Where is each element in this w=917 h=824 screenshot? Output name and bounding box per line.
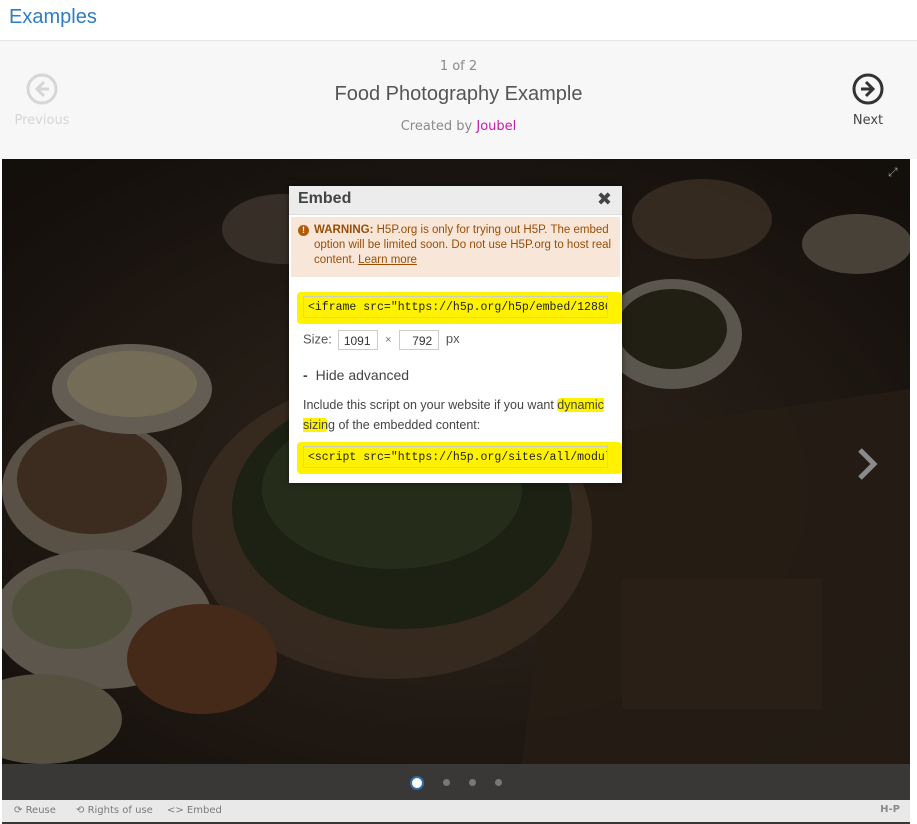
next-button[interactable]: Next xyxy=(833,73,903,128)
embed-button[interactable]: <> Embed xyxy=(167,805,222,816)
arrow-right-circle-icon xyxy=(852,73,884,105)
h5p-toolbar: ⟳ Reuse ⟲ Rights of use <> Embed H-P xyxy=(2,800,910,822)
slide-dot[interactable] xyxy=(409,775,424,790)
embed-dialog: Embed ✖ ! WARNING: H5P.org is only for t… xyxy=(289,186,622,483)
created-prefix: Created by xyxy=(400,119,473,134)
warning-box: ! WARNING: H5P.org is only for trying ou… xyxy=(291,217,620,277)
close-icon[interactable]: ✖ xyxy=(597,189,612,210)
slide-dots xyxy=(2,772,910,791)
created-by: Created by Joubel xyxy=(0,119,917,134)
hide-advanced-label: Hide advanced xyxy=(315,367,410,383)
rights-button[interactable]: ⟲ Rights of use xyxy=(76,805,153,816)
warning-strong: WARNING: xyxy=(314,224,374,236)
warning-icon: ! xyxy=(298,225,309,236)
width-input[interactable]: 1091 xyxy=(337,330,378,350)
learn-more-link[interactable]: Learn more xyxy=(358,254,417,266)
h5p-logo[interactable]: H-P xyxy=(880,804,900,815)
presentation-footer: ⟳ Reuse ⟲ Rights of use <> Embed H-P xyxy=(2,764,910,824)
iframe-code-field[interactable]: <iframe src="https://h5p.org/h5p/embed/1… xyxy=(303,296,608,318)
include-instructions: Include this script on your website if y… xyxy=(303,395,608,435)
hide-advanced-toggle[interactable]: - Hide advanced xyxy=(303,367,409,383)
page-title[interactable]: Examples xyxy=(9,6,97,29)
script-code-field[interactable]: <script src="https://h5p.org/sites/all/m… xyxy=(303,446,608,468)
warning-text: WARNING: H5P.org is only for trying out … xyxy=(314,223,614,268)
next-label: Next xyxy=(852,113,884,128)
example-title: Food Photography Example xyxy=(334,83,583,105)
height-input[interactable]: 792 xyxy=(399,330,440,350)
include-text-after: g of the embedded content: xyxy=(328,418,481,432)
dialog-header: Embed ✖ xyxy=(289,186,622,215)
times-sign: × xyxy=(385,334,392,347)
minus-icon: - xyxy=(303,367,308,383)
size-label: Size: xyxy=(303,331,332,347)
slide-counter: 1 of 2 xyxy=(439,59,478,74)
slide-dot[interactable] xyxy=(442,779,450,786)
unit-label: px xyxy=(445,331,460,347)
rights-label: Rights of use xyxy=(87,805,153,816)
slide-dot[interactable] xyxy=(495,779,503,786)
reuse-label: Reuse xyxy=(25,805,56,816)
include-text-before: Include this script on your website if y… xyxy=(303,398,558,412)
size-row: Size: 1091 × 792 px xyxy=(303,330,460,350)
reuse-button[interactable]: ⟳ Reuse xyxy=(14,805,56,816)
slide-dot[interactable] xyxy=(469,779,477,786)
dialog-title: Embed xyxy=(298,190,352,207)
fullscreen-icon[interactable]: ⤢ xyxy=(888,165,902,179)
top-bar: Examples xyxy=(0,0,917,41)
author-link[interactable]: Joubel xyxy=(476,119,516,134)
slide-header: Previous 1 of 2 Food Photography Example… xyxy=(0,41,917,159)
chevron-right-icon[interactable] xyxy=(852,444,882,484)
